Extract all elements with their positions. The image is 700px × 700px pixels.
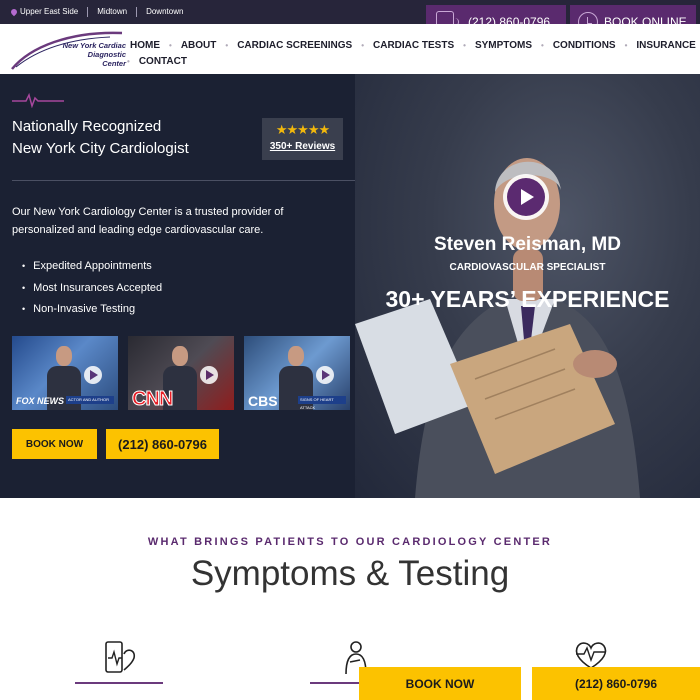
doctor-experience: 30+ YEARS’ EXPERIENCE [385,286,670,312]
cnn-logo: CNN [131,388,173,410]
nav-separator: • [361,41,365,50]
nav-separator: • [127,57,130,66]
hero-intro-text: Our New York Cardiology Center is a trus… [12,206,284,236]
play-icon[interactable] [84,366,102,384]
feature-underline [75,682,163,684]
location-label: Upper East Side [20,7,79,16]
sticky-phone-button[interactable]: (212) 860-0796 [532,667,700,700]
sticky-book-now-button[interactable]: BOOK NOW [359,667,521,700]
list-item: Most Insurances Accepted [22,278,162,300]
news-ticker: ACTOR AND AUTHOR [66,396,114,404]
nav-separator: • [624,41,628,50]
star-rating-icon: ★★★★★ [275,122,330,137]
divider [12,180,355,181]
location-link-downtown[interactable]: Downtown [136,7,192,17]
doctor-video-play-button[interactable] [503,174,549,220]
list-item: Expedited Appointments [22,256,162,278]
video-thumbnail-cbs[interactable]: CBS SIGNS OF HEART ATTACK [244,336,350,410]
nav-item-cardiac-screenings[interactable]: CARDIAC SCREENINGS [231,38,358,54]
location-link-upper-east-side[interactable]: Upper East Side [9,7,87,17]
hero-benefits-list: Expedited Appointments Most Insurances A… [22,256,162,321]
media-video-thumbnails: FOX NEWS ACTOR AND AUTHOR CNN CBS SIGNS … [12,336,350,410]
hero-title-line-1: Nationally Recognized [12,118,162,135]
nav-separator: • [225,41,229,50]
location-link-midtown[interactable]: Midtown [87,7,136,17]
logo-text: New York Cardiac Diagnostic Center [62,41,126,68]
nav-item-conditions[interactable]: CONDITIONS [547,38,622,54]
heart-ecg-icon[interactable] [572,640,610,670]
reviews-link[interactable]: 350+ Reviews [262,141,343,152]
nav-item-about[interactable]: ABOUT [175,38,223,54]
nav-separator: • [463,41,466,50]
fox-news-logo: FOX NEWS [16,396,65,406]
doctor-video-panel[interactable]: Steven Reisman, MD CARDIOVASCULAR SPECIA… [355,74,700,498]
play-icon[interactable] [316,366,334,384]
main-nav: HOME • ABOUT • CARDIAC SCREENINGS • CARD… [124,38,700,70]
reviews-badge[interactable]: ★★★★★ 350+ Reviews [262,118,343,160]
nav-item-symptoms[interactable]: SYMPTOMS [469,38,538,54]
heartbeat-icon [12,92,64,108]
hero-title-line-2: New York City Cardiologist [12,140,189,157]
cbs-logo: CBS [248,393,278,409]
logo-line-1: New York Cardiac [62,41,126,50]
hero-phone-button[interactable]: (212) 860-0796 [106,429,219,459]
nav-item-cardiac-tests[interactable]: CARDIAC TESTS [367,38,460,54]
hero-section: Nationally Recognized New York City Card… [0,74,700,498]
news-ticker: SIGNS OF HEART ATTACK [298,396,346,410]
map-pin-icon [9,7,19,17]
nav-item-contact[interactable]: CONTACT [133,54,193,70]
hero-left-panel: Nationally Recognized New York City Card… [0,74,355,498]
hero-title: Nationally Recognized New York City Card… [12,116,189,160]
list-item: Non-Invasive Testing [22,299,162,321]
nav-item-insurance[interactable]: INSURANCE [630,38,700,54]
doctor-name: Steven Reisman, MD [434,234,621,255]
heart-monitor-icon[interactable] [100,640,140,678]
hero-book-now-button[interactable]: BOOK NOW [12,429,97,459]
video-thumbnail-cnn[interactable]: CNN [128,336,234,410]
feature-underline [310,682,360,684]
doctor-role: CARDIOVASCULAR SPECIALIST [449,262,606,273]
site-logo[interactable]: New York Cardiac Diagnostic Center [10,27,126,71]
play-icon [507,178,545,216]
logo-line-2: Diagnostic Center [87,50,126,68]
section-title: Symptoms & Testing [190,554,510,593]
location-links: Upper East Side Midtown Downtown [9,7,192,17]
play-icon[interactable] [200,366,218,384]
nav-separator: • [541,41,544,50]
nav-item-home[interactable]: HOME [124,38,166,54]
nav-separator: • [169,41,172,50]
video-thumbnail-fox[interactable]: FOX NEWS ACTOR AND AUTHOR [12,336,118,410]
site-header: New York Cardiac Diagnostic Center HOME … [0,24,700,74]
section-kicker: WHAT BRINGS PATIENTS TO OUR CARDIOLOGY C… [147,536,553,548]
